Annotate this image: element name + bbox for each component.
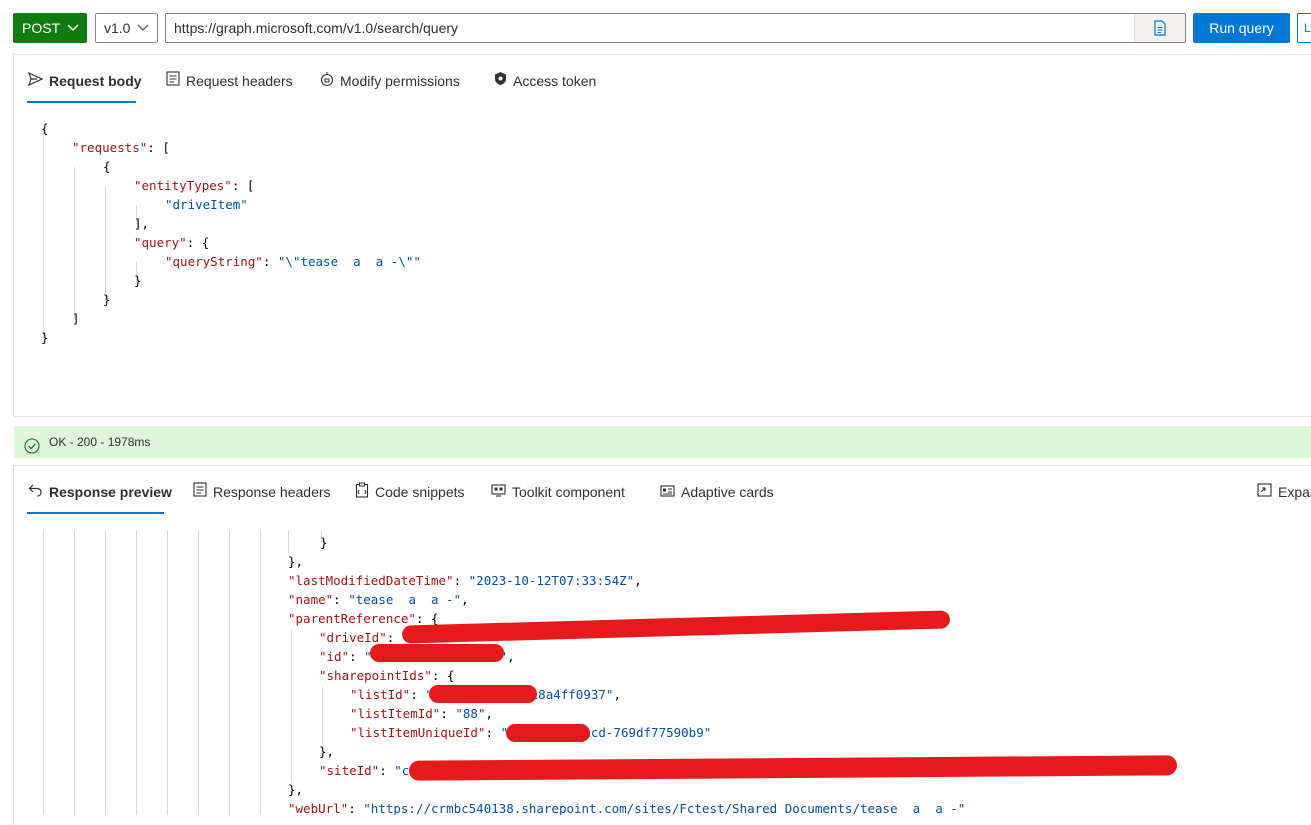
tab-label: Response preview [49,484,172,500]
check-circle-icon [24,434,40,466]
redaction-mark [408,755,1178,781]
expand-icon [1257,482,1272,502]
code-line: { [41,121,49,136]
status-text: OK - 200 - 1978ms [49,435,151,449]
tab-request-headers[interactable]: Request headers [166,71,293,91]
tab-access-token[interactable]: Access token [494,71,596,91]
code-line: "siteId": "c [319,763,410,778]
tab-label: Code snippets [375,484,465,500]
expand-button[interactable]: Expar [1257,482,1311,502]
code-line: } [320,535,328,550]
tab-label: Adaptive cards [681,484,774,500]
code-line: } [41,330,49,345]
shield-icon [494,71,507,91]
redaction-mark [429,685,537,703]
code-line: } [134,273,142,288]
document-icon[interactable] [1134,14,1185,42]
code-line: "lastModifiedDateTime": "2023-10-12T07:3… [288,573,642,588]
active-tab-indicator [27,101,136,103]
tab-modify-permissions[interactable]: Modify permissions [320,71,460,91]
code-line: "queryString": "\"tease a a -\"" [165,254,421,269]
code-line: "sharepointIds": { [319,668,455,683]
code-line: "driveItem" [165,197,248,212]
tab-toolkit-component[interactable]: Toolkit component [491,482,625,502]
request-url-input[interactable]: https://graph.microsoft.com/v1.0/search/… [165,13,1186,43]
tab-label: Access token [513,73,597,89]
code-line: }, [288,554,304,569]
redaction-mark [506,724,590,742]
clipboard-icon [355,482,369,503]
code-line: } [103,292,111,307]
http-method-dropdown[interactable]: POST [13,13,87,43]
request-url-text: https://graph.microsoft.com/v1.0/search/… [174,20,459,36]
tab-request-body[interactable]: Request body [27,71,142,91]
code-line: { [103,159,111,174]
tab-label: Request body [49,73,142,89]
tab-label: Modify permissions [340,73,460,89]
tab-label: Response headers [213,484,331,500]
chevron-down-icon [67,13,79,54]
code-line: "webUrl": "https://crmbc540138.sharepoin… [288,801,966,815]
undo-icon [28,482,43,502]
code-line: "listItemId": "88", [350,706,494,721]
headers-icon [193,482,207,502]
http-method-label: POST [22,20,61,36]
code-line: "query": { [134,235,210,250]
code-line: "entityTypes": [ [134,178,255,193]
lock-icon [320,71,334,92]
run-query-button[interactable]: Run query [1193,13,1290,43]
chevron-down-icon [137,14,149,52]
active-tab-indicator [27,512,164,514]
send-icon [27,71,44,91]
code-line: }, [288,782,304,797]
share-button[interactable]: L [1297,13,1311,43]
headers-icon [166,71,180,91]
code-line: "name": "tease a a -", [288,592,469,607]
toolkit-icon [491,482,506,502]
tab-response-preview[interactable]: Response preview [28,482,172,502]
tab-adaptive-cards[interactable]: Adaptive cards [660,482,774,502]
card-icon [660,482,675,502]
tab-label: Request headers [186,73,293,89]
code-line: ], [134,216,150,231]
code-line: "requests": [ [72,140,170,155]
request-body-editor[interactable]: { "requests": [ { "entityTypes": [ "driveIte… [14,113,1310,413]
response-preview-viewer[interactable]: }}, "lastModifiedDateTime": "2023-10-12T0… [14,530,1310,815]
expand-label: Expar [1278,484,1311,500]
response-status-bar: OK - 200 - 1978ms [14,426,1311,458]
redaction-mark [370,644,504,662]
version-dropdown[interactable]: v1.0 [95,13,158,43]
code-line: }, [319,744,335,759]
tab-code-snippets[interactable]: Code snippets [355,482,465,502]
version-label: v1.0 [104,20,131,36]
redaction-mark [401,610,951,644]
tab-label: Toolkit component [512,484,625,500]
code-line: ] [72,311,80,326]
tab-response-headers[interactable]: Response headers [193,482,331,502]
